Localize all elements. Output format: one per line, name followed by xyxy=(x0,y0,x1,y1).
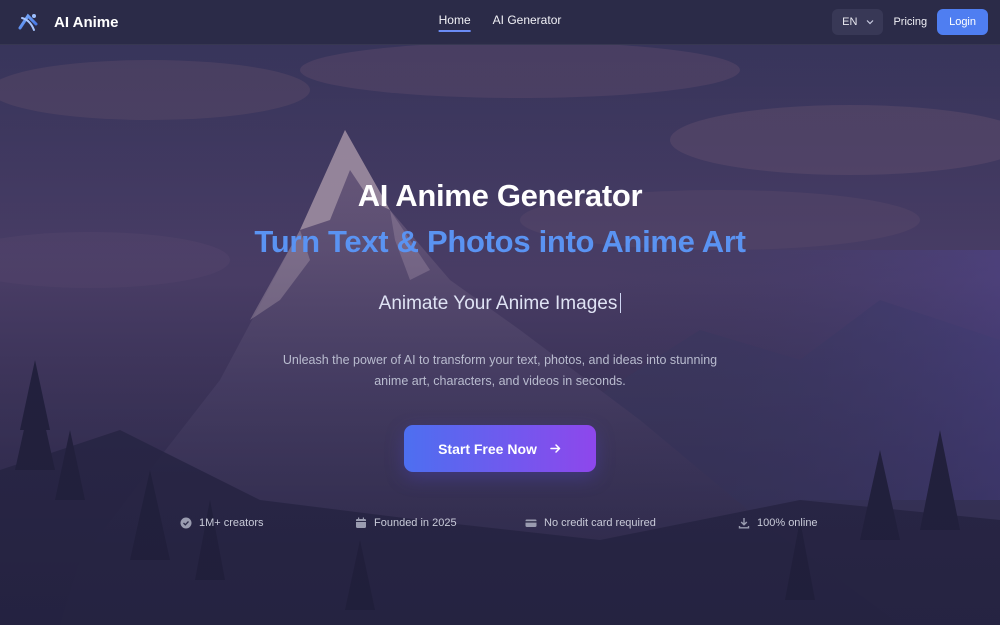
download-icon xyxy=(738,518,750,529)
hero-typed-line: Animate Your Anime Images xyxy=(0,293,1000,315)
arrow-right-icon xyxy=(550,444,561,453)
typing-caret xyxy=(620,293,622,313)
hero-title: AI Anime Generator xyxy=(357,178,643,213)
feature-label: 100% online xyxy=(757,517,818,529)
feature-item: No credit card required xyxy=(525,517,656,529)
hero-section: AI Anime Generator Turn Text & Photos in… xyxy=(0,0,1000,625)
cta-label: Start Free Now xyxy=(438,440,537,457)
typed-text: Animate Your Anime Images xyxy=(378,293,618,314)
calendar-icon xyxy=(356,517,366,528)
check-circle-icon xyxy=(180,517,192,529)
feature-item: 1M+ creators xyxy=(180,517,264,529)
feature-item: Founded in 2025 xyxy=(355,517,457,529)
feature-label: 1M+ creators xyxy=(199,517,264,529)
feature-item: 100% online xyxy=(738,517,818,529)
feature-label: Founded in 2025 xyxy=(374,517,457,529)
credit-card-icon xyxy=(525,519,537,527)
landing-page: AI Anime Home AI Generator EN Pricing Lo… xyxy=(0,0,1000,625)
hero-description: Unleash the power of AI to transform you… xyxy=(282,353,718,388)
hero-subtitle: Turn Text & Photos into Anime Art xyxy=(254,224,746,259)
start-free-button[interactable]: Start Free Now xyxy=(404,425,596,472)
feature-label: No credit card required xyxy=(544,517,656,529)
